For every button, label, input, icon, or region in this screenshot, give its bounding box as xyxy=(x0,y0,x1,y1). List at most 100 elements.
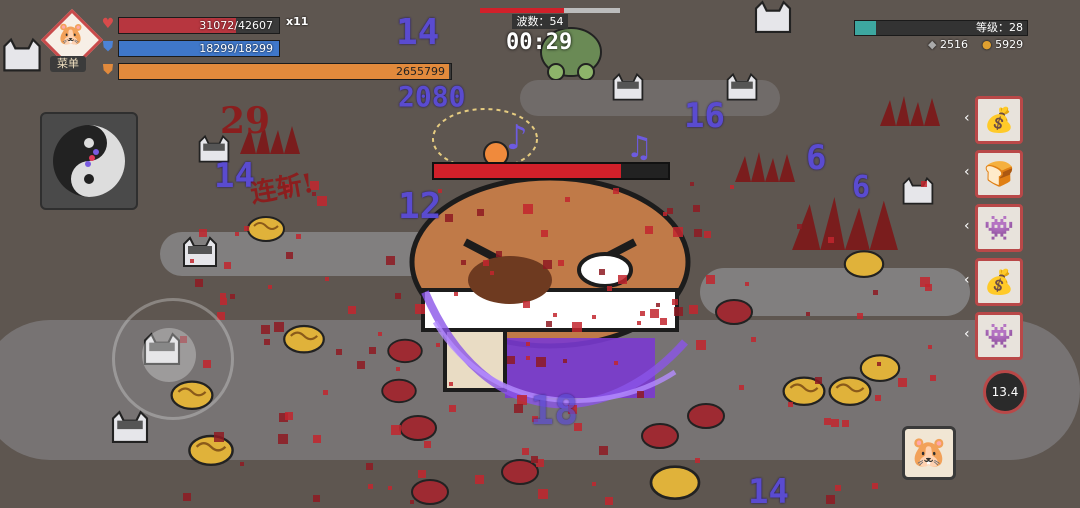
chevron-left-icon: ‹ xyxy=(964,218,970,234)
blood-particle xyxy=(312,434,321,443)
blood-particle xyxy=(240,461,245,466)
wave-timer: 00:29 xyxy=(506,30,573,55)
blood-particle xyxy=(692,204,700,212)
blood-particle xyxy=(824,417,832,425)
cooldown-skill-button[interactable]: 13.4 xyxy=(983,370,1027,414)
blood-particle xyxy=(605,496,614,505)
character-switch-button[interactable]: 🐹 xyxy=(902,426,956,480)
blood-particle xyxy=(827,237,834,244)
shield-bar: 18299/18299 xyxy=(118,40,280,57)
blood-particle xyxy=(542,260,552,270)
blood-particle xyxy=(323,390,329,396)
experience-text: 2655799 xyxy=(396,65,445,78)
blood-particle xyxy=(565,196,571,202)
blood-particle xyxy=(514,404,524,414)
coin-counter: ● 5929 xyxy=(982,38,1023,51)
blood-particle xyxy=(325,277,330,282)
blood-particle xyxy=(495,251,502,258)
chevron-left-icon: ‹ xyxy=(964,164,970,180)
blood-particle xyxy=(195,279,204,288)
blood-particle xyxy=(650,308,660,318)
health-bar: 31072/42607 xyxy=(118,17,280,34)
blood-particle xyxy=(704,230,712,238)
blood-particle xyxy=(213,431,224,442)
shield-icon: ⛊ xyxy=(102,39,114,55)
blood-particle xyxy=(666,207,673,214)
menu-button[interactable]: 菜单 xyxy=(50,56,86,72)
red-blob-enemy xyxy=(411,479,449,505)
damage-number: 12 xyxy=(398,186,442,227)
gold-pile-skill-2-button[interactable]: 💰 xyxy=(975,258,1023,306)
boss-health-bar xyxy=(432,162,670,180)
damage-number: 18 xyxy=(530,388,579,434)
blood-particle xyxy=(220,298,228,306)
damage-number: 2080 xyxy=(398,80,466,113)
blood-particle xyxy=(739,384,745,390)
cat-enemy xyxy=(183,236,217,267)
blood-particle xyxy=(688,305,698,315)
purple-spirit-skill-2-button[interactable]: 👾 xyxy=(975,312,1023,360)
blood-particle xyxy=(788,401,794,407)
chevron-left-icon: ‹ xyxy=(964,272,970,288)
blood-particle xyxy=(366,462,374,470)
multiplier-text: x11 xyxy=(286,15,309,28)
blood-particle xyxy=(476,208,484,216)
blood-particle xyxy=(415,303,426,314)
blood-particle xyxy=(385,255,395,265)
combo-text: 连斩! xyxy=(248,168,316,210)
blood-particle xyxy=(705,274,715,284)
blood-particle xyxy=(729,184,734,189)
experience-bar: 2655799 xyxy=(118,63,452,80)
blood-particle xyxy=(558,260,565,267)
damage-number: 14 xyxy=(214,156,255,196)
health-text: 31072/42607 xyxy=(199,19,273,32)
red-blob-enemy xyxy=(715,299,753,325)
thorn-bush xyxy=(880,96,940,126)
blood-particle xyxy=(190,258,195,263)
blood-particle xyxy=(317,196,328,207)
bun-skill-button[interactable]: 🍞 xyxy=(975,150,1023,198)
blood-particle xyxy=(284,411,293,420)
blood-particle xyxy=(523,204,534,215)
cat-enemy xyxy=(754,0,792,33)
blood-particle xyxy=(530,456,538,464)
blood-particle xyxy=(277,433,288,444)
blood-particle xyxy=(356,360,365,369)
blood-particle xyxy=(606,285,612,291)
blood-particle xyxy=(449,405,457,413)
gem-count: 2516 xyxy=(939,38,968,51)
boss-health-fill xyxy=(434,164,622,178)
damage-number: 16 xyxy=(684,96,725,136)
blood-particle xyxy=(199,229,208,238)
blood-particle xyxy=(336,348,343,355)
blood-particle xyxy=(897,378,907,388)
blood-particle xyxy=(482,259,489,266)
blood-particle xyxy=(219,292,226,299)
blood-particle xyxy=(806,311,811,316)
blood-particle xyxy=(796,223,802,229)
blood-particle xyxy=(312,495,320,503)
minimap[interactable] xyxy=(40,112,138,210)
blood-particle xyxy=(598,445,608,455)
coin-icon: ● xyxy=(982,38,992,51)
purple-spirit-skill-button[interactable]: 👾 xyxy=(975,204,1023,252)
joystick-knob[interactable] xyxy=(142,328,196,382)
hamster-portrait-icon: 🐹 xyxy=(910,435,948,470)
blood-particle xyxy=(545,321,552,328)
blood-particle xyxy=(395,367,400,372)
wave-progress-bar xyxy=(480,8,620,13)
blood-particle xyxy=(751,337,757,343)
blood-particle xyxy=(930,374,937,381)
blood-particle xyxy=(274,322,285,333)
gold-pile-skill-button[interactable]: 💰 xyxy=(975,96,1023,144)
blood-particle xyxy=(507,356,515,365)
gold-blob-enemy xyxy=(859,354,901,382)
blood-particle xyxy=(835,485,842,492)
blood-particle xyxy=(920,277,931,288)
blood-particle xyxy=(243,226,249,232)
level-fill xyxy=(855,21,876,35)
coin-count: 5929 xyxy=(995,38,1024,51)
blood-particle xyxy=(617,274,627,284)
blood-particle xyxy=(636,321,641,326)
damage-number: 14 xyxy=(396,12,440,53)
